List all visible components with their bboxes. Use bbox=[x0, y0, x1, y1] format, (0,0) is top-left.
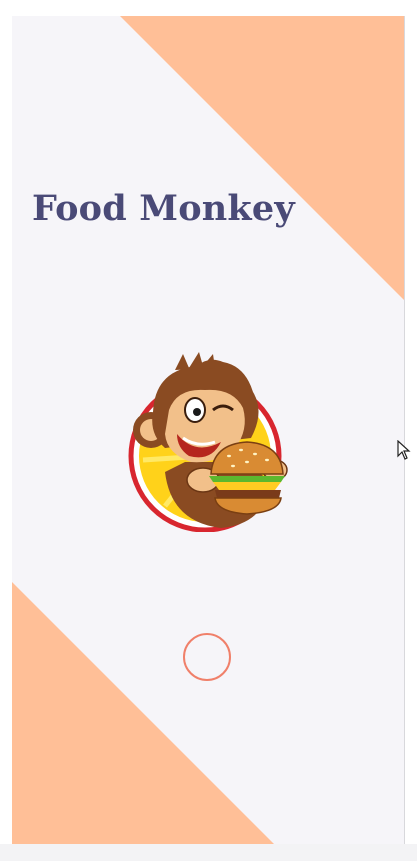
top-right-accent-shape bbox=[120, 16, 404, 300]
screen-edge bbox=[404, 16, 405, 844]
mouse-pointer-icon bbox=[397, 440, 411, 460]
monkey-burger-logo-icon bbox=[128, 352, 288, 532]
splash-screen: Food Monkey bbox=[12, 16, 404, 844]
loading-ring-icon bbox=[183, 633, 231, 681]
app-title: Food Monkey bbox=[32, 188, 295, 229]
bottom-left-accent-shape bbox=[12, 582, 274, 844]
bottom-strip bbox=[0, 844, 417, 861]
